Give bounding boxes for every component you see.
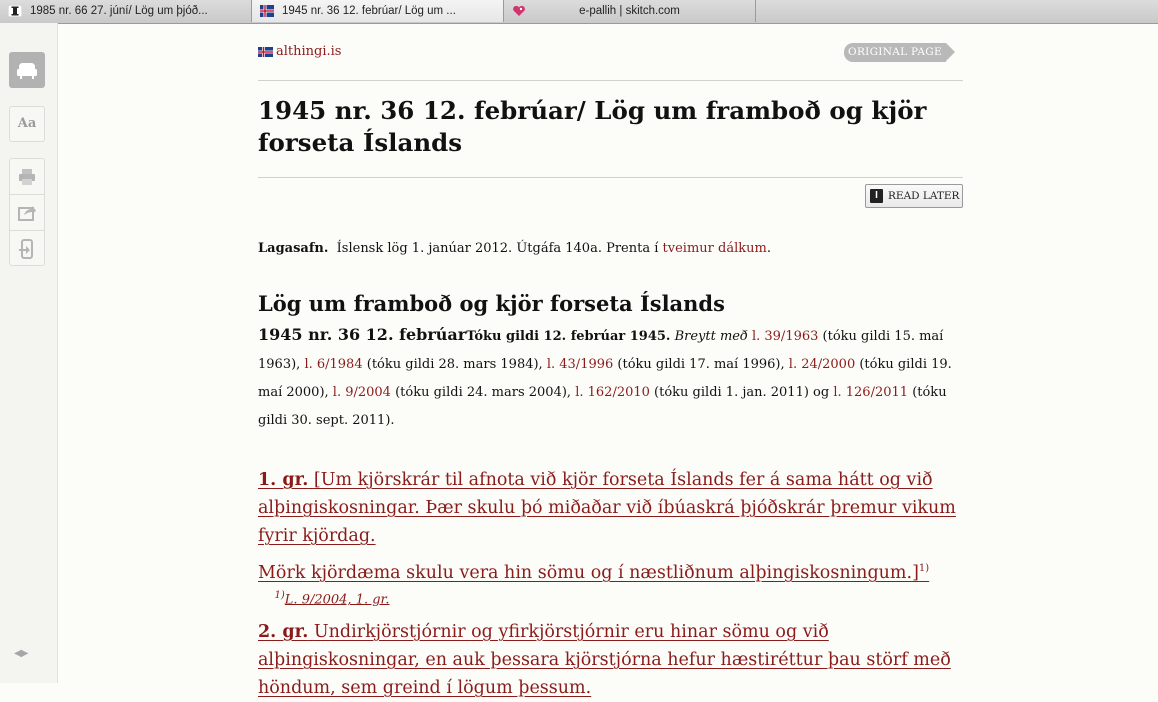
divider xyxy=(258,80,963,81)
tab-1945-law[interactable]: 1945 nr. 36 12. febrúar/ Lög um ... xyxy=(252,0,504,22)
read-later-label: READ LATER xyxy=(888,190,960,202)
collection-text: Íslensk lög 1. janúar 2012. Útgáfa 140a.… xyxy=(336,241,659,256)
tab-label: 1945 nr. 36 12. febrúar/ Lög um ... xyxy=(282,5,456,17)
reader-article: althingi.is ORIGINAL PAGE 1945 nr. 36 12… xyxy=(258,23,963,698)
tab-label: e-pallih | skitch.com xyxy=(579,5,680,17)
amended-label: Breytt með xyxy=(674,329,748,344)
tab-label: 1985 nr. 66 27. júní/ Lög um þjóð... xyxy=(30,5,208,17)
collection-label: Lagasafn. xyxy=(258,241,329,256)
footnote-marker: 1) xyxy=(274,590,285,601)
send-to-device-button[interactable] xyxy=(10,231,44,266)
site-link[interactable]: althingi.is xyxy=(276,44,341,59)
toolbar-toggle-arrows-icon[interactable]: ◀▶ xyxy=(14,648,28,659)
instapaper-icon xyxy=(8,5,22,17)
law-heading: Lög um framboð og kjör forseta Íslands xyxy=(258,291,725,316)
article-text: Undirkjörstjórnir og yfirkjörstjórnir er… xyxy=(258,622,951,698)
amendment-link[interactable]: l. 9/2004 xyxy=(333,385,391,400)
article-1[interactable]: 1. gr. [Um kjörskrár til afnota við kjör… xyxy=(258,466,963,550)
reader-button[interactable] xyxy=(9,52,45,88)
read-later-button[interactable]: I READ LATER xyxy=(865,184,963,208)
iceland-flag-icon xyxy=(260,5,274,17)
reader-chair-icon xyxy=(17,63,37,79)
article-1-paragraph-2[interactable]: Mörk kjördæma skulu vera hin sömu og í n… xyxy=(258,555,963,587)
effective-date: Tóku gildi 12. febrúar 1945. xyxy=(466,329,671,344)
instapaper-icon: I xyxy=(870,189,883,203)
law-collection-info: Lagasafn. Íslensk lög 1. janúar 2012. Út… xyxy=(258,241,771,256)
share-button[interactable] xyxy=(10,195,44,230)
iceland-flag-icon xyxy=(258,47,273,57)
reader-toolbar: Aa ◀▶ xyxy=(0,23,58,683)
tab-bar: 1985 nr. 66 27. júní/ Lög um þjóð... 194… xyxy=(0,0,1158,24)
footnote-marker[interactable]: 1) xyxy=(919,563,929,574)
article-number: 1. gr. xyxy=(258,470,309,490)
amendment-link[interactable]: l. 24/2000 xyxy=(789,357,855,372)
amendment-link[interactable]: l. 6/1984 xyxy=(304,357,362,372)
footnote[interactable]: 1)L. 9/2004, 1. gr. xyxy=(258,590,390,608)
law-metadata: 1945 nr. 36 12. febrúarTóku gildi 12. fe… xyxy=(258,325,952,428)
amendment-link[interactable]: l. 43/1996 xyxy=(547,357,613,372)
amendment-link[interactable]: l. 162/2010 xyxy=(575,385,650,400)
font-size-icon: Aa xyxy=(17,116,37,131)
divider xyxy=(258,177,963,178)
action-button-group xyxy=(9,158,45,266)
original-page-arrow-icon[interactable] xyxy=(946,43,955,61)
article-text: Mörk kjördæma skulu vera hin sömu og í n… xyxy=(258,562,919,583)
article-text: [Um kjörskrár til afnota við kjör forset… xyxy=(258,470,956,546)
article-2[interactable]: 2. gr. Undirkjörstjórnir og yfirkjörstjó… xyxy=(258,618,963,702)
original-page-button[interactable]: ORIGINAL PAGE xyxy=(844,43,946,62)
tab-1985-law[interactable]: 1985 nr. 66 27. júní/ Lög um þjóð... xyxy=(0,0,252,22)
page-title: 1945 nr. 36 12. febrúar/ Lög um framboð … xyxy=(258,96,927,157)
amendment-link[interactable]: l. 39/1963 xyxy=(752,329,818,344)
law-number: 1945 nr. 36 12. febrúar xyxy=(258,325,467,344)
article-number: 2. gr. xyxy=(258,622,309,642)
footnote-text: L. 9/2004, 1. gr. xyxy=(284,592,390,608)
font-size-button[interactable]: Aa xyxy=(9,106,45,142)
two-columns-link[interactable]: tveimur dálkum xyxy=(663,241,767,256)
tab-skitch[interactable]: e-pallih | skitch.com xyxy=(504,0,756,22)
print-button[interactable] xyxy=(10,159,44,194)
amendment-link[interactable]: l. 126/2011 xyxy=(833,385,908,400)
share-icon xyxy=(18,206,36,221)
print-icon xyxy=(19,169,35,185)
send-to-device-icon xyxy=(19,239,33,259)
